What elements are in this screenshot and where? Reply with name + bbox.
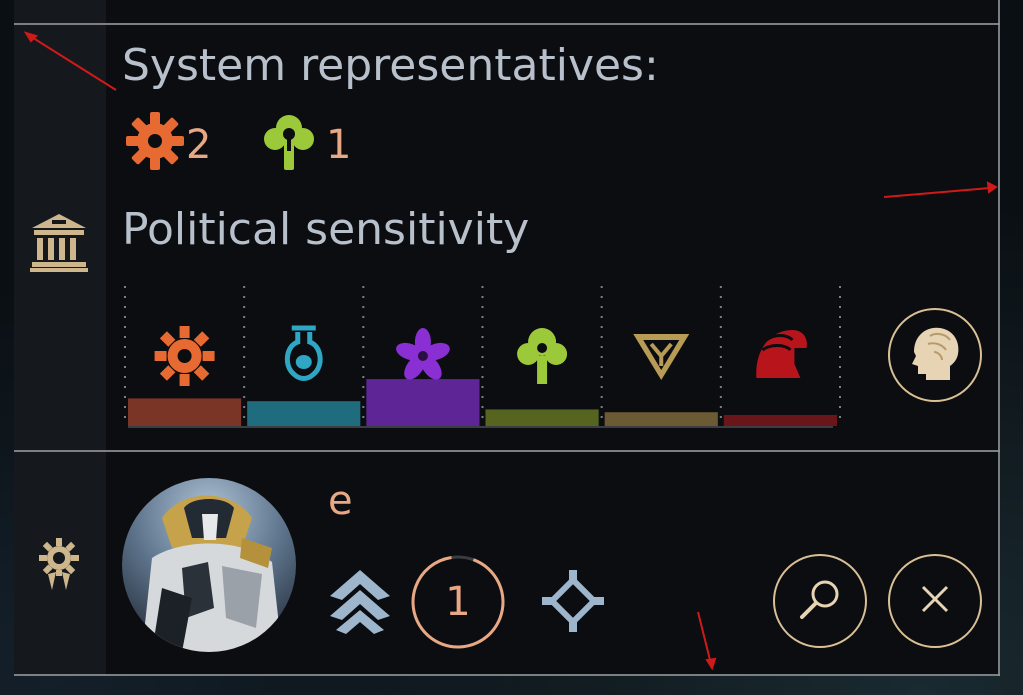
annotation-arrows bbox=[23, 31, 998, 671]
